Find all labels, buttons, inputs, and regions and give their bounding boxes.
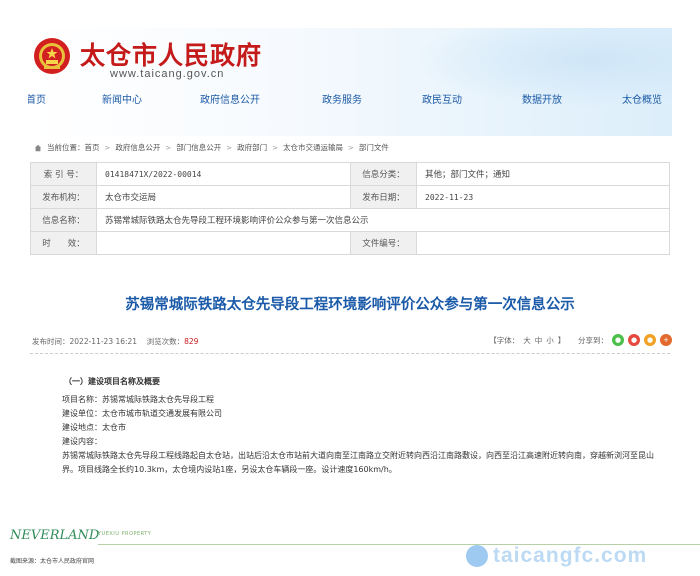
chevron-right-icon: >: [348, 143, 354, 152]
table-row: 信息名称： 苏锡常城际铁路太仓先导段工程环境影响评价公众参与第一次信息公示: [30, 208, 670, 232]
publish-info: 发布时间：2022-11-23 16:21 浏览次数：829: [32, 336, 198, 347]
index-value: 01418471X/2022-00014: [96, 162, 351, 186]
section-heading: （一）建设项目名称及概要: [64, 377, 160, 386]
nav-item-open-data[interactable]: 数据开放: [522, 91, 562, 106]
brand-subtitle: YUEXIU PROPERTY: [98, 531, 152, 537]
main-nav: 首页 新闻中心 政府信息公开 政务服务 政民互动 数据开放 太仓概览: [28, 88, 672, 110]
breadcrumb-item-dept-info[interactable]: 部门信息公开: [176, 142, 221, 153]
breadcrumb-item-transport-bureau[interactable]: 太仓市交通运输局: [283, 142, 343, 153]
nav-item-home[interactable]: 首页: [28, 91, 46, 106]
site-url[interactable]: www.taicang.gov.cn: [110, 68, 224, 80]
views-count: 829: [184, 337, 199, 346]
body-line-content: 建设内容：: [62, 437, 102, 446]
table-row: 时 效： 文件编号：: [30, 231, 670, 255]
body-line-project-name: 项目名称：苏锡常城际铁路太仓先导段工程: [62, 395, 214, 404]
weibo-icon[interactable]: ●: [628, 334, 640, 346]
qq-icon[interactable]: ●: [644, 334, 656, 346]
body-line-location: 建设地点：太仓市: [62, 423, 126, 432]
screenshot-source: 截图来源：太仓市人民政府官网: [10, 558, 95, 565]
share-label: 分享到：: [578, 335, 608, 345]
chevron-right-icon: >: [272, 143, 278, 152]
national-emblem-icon[interactable]: [32, 36, 72, 76]
chevron-right-icon: >: [104, 143, 111, 152]
divider: [30, 353, 670, 354]
site-header: 太仓市人民政府 www.taicang.gov.cn 首页 新闻中心 政府信息公…: [28, 28, 672, 136]
breadcrumb-item-gov-info[interactable]: 政府信息公开: [115, 142, 160, 153]
docno-label: 文件编号：: [350, 231, 417, 255]
nav-item-overview[interactable]: 太仓概览: [622, 91, 662, 106]
watermark-text: taicangfc.com: [493, 544, 648, 567]
category-value: 其他；部门文件；通知: [416, 162, 670, 186]
article-body: （一）建设项目名称及概要 项目名称：苏锡常城际铁路太仓先导段工程 建设单位：太仓…: [62, 375, 667, 477]
body-description: 苏锡常城际铁路太仓先导段工程线路起自太仓站，出站后沿太仓市站前大道向南至江南路立…: [62, 451, 654, 474]
watermark: taicangfc.com: [466, 544, 647, 568]
font-size-end: 】: [557, 335, 566, 345]
date-value: 2022-11-23: [416, 185, 670, 209]
font-size-medium-button[interactable]: 中: [535, 335, 543, 346]
chevron-right-icon: >: [226, 143, 233, 152]
name-value: 苏锡常城际铁路太仓先导段工程环境影响评价公众参与第一次信息公示: [96, 208, 670, 232]
home-icon: [34, 144, 42, 151]
site-title[interactable]: 太仓市人民政府: [80, 36, 262, 72]
font-size-small-button[interactable]: 小: [546, 335, 554, 346]
breadcrumb: 当前位置：首页 > 政府信息公开 > 部门信息公开 > 政府部门 > 太仓市交通…: [34, 142, 389, 153]
body-line-builder: 建设单位：太仓市城市轨道交通发展有限公司: [62, 409, 222, 418]
table-row: 发布机构： 太仓市交运局 发布日期： 2022-11-23: [30, 185, 670, 209]
nav-item-news[interactable]: 新闻中心: [102, 91, 142, 106]
document-info-table: 索 引 号： 01418471X/2022-00014 信息分类： 其他；部门文…: [30, 162, 670, 255]
table-row: 索 引 号： 01418471X/2022-00014 信息分类： 其他；部门文…: [30, 162, 670, 186]
nav-item-gov-info[interactable]: 政府信息公开: [200, 91, 260, 106]
font-size-large-button[interactable]: 大: [523, 335, 531, 346]
breadcrumb-item-home[interactable]: 当前位置：首页: [47, 142, 100, 153]
validity-label: 时 效：: [30, 231, 97, 255]
font-size-label: 【字体：: [489, 335, 520, 345]
wechat-icon[interactable]: ●: [612, 334, 624, 346]
index-label: 索 引 号：: [30, 162, 97, 186]
views-label: 浏览次数：: [146, 337, 185, 346]
brand-logo: NEVERLAND: [10, 528, 100, 543]
breadcrumb-item-gov-dept[interactable]: 政府部门: [237, 142, 267, 153]
publisher-label: 发布机构：: [30, 185, 97, 209]
date-label: 发布日期：: [350, 185, 417, 209]
publisher-value: 太仓市交运局: [96, 185, 351, 209]
category-label: 信息分类：: [350, 162, 417, 186]
publish-time: 发布时间：2022-11-23 16:21: [32, 337, 138, 346]
nav-item-interaction[interactable]: 政民互动: [422, 91, 462, 106]
article-tools: 【字体： 大 中 小 】 分享到： ● ● ● +: [489, 334, 672, 346]
more-icon[interactable]: +: [660, 334, 672, 346]
article-meta: 发布时间：2022-11-23 16:21 浏览次数：829 【字体： 大 中 …: [32, 334, 672, 350]
nav-item-services[interactable]: 政务服务: [322, 91, 362, 106]
watermark-logo-icon: [466, 545, 488, 567]
article-title: 苏锡常城际铁路太仓先导段工程环境影响评价公众参与第一次信息公示: [125, 297, 575, 313]
validity-value: [96, 231, 351, 255]
name-label: 信息名称：: [30, 208, 97, 232]
breadcrumb-item-dept-files[interactable]: 部门文件: [359, 142, 389, 153]
docno-value: [416, 231, 670, 255]
chevron-right-icon: >: [165, 143, 172, 152]
